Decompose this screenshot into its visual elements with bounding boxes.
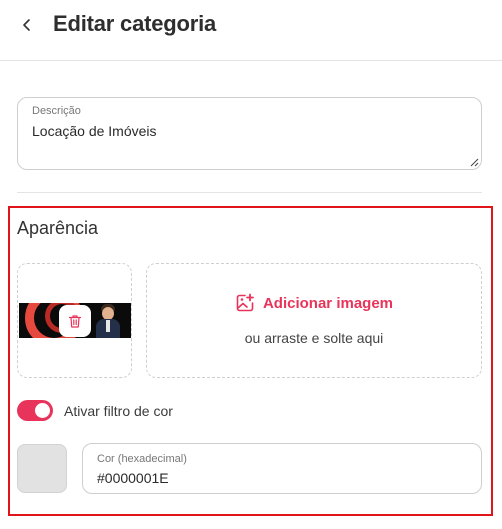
description-value[interactable]: Locação de Imóveis (32, 123, 157, 139)
toggle-knob (35, 403, 50, 418)
hex-color-value[interactable]: #0000001E (97, 470, 169, 486)
resize-grip-icon[interactable] (470, 158, 479, 167)
add-image-button[interactable]: Adicionar imagem (147, 293, 481, 313)
section-divider (17, 192, 482, 193)
description-label: Descrição (32, 105, 81, 117)
page-title: Editar categoria (53, 11, 217, 36)
drop-hint: ou arraste e solte aqui (244, 330, 384, 346)
chevron-left-icon (23, 19, 30, 31)
color-filter-label: Ativar filtro de cor (64, 403, 173, 419)
hex-color-label: Cor (hexadecimal) (97, 453, 187, 465)
image-plus-icon (236, 293, 254, 312)
appearance-title: Aparência (17, 218, 99, 238)
description-field[interactable]: Descrição Locação de Imóveis (17, 97, 482, 170)
back-button[interactable] (14, 12, 40, 38)
color-swatch[interactable] (17, 444, 67, 493)
color-filter-toggle[interactable] (17, 400, 53, 421)
uploaded-image-slot (17, 263, 132, 378)
delete-image-button[interactable] (59, 305, 91, 337)
hex-color-field[interactable]: Cor (hexadecimal) #0000001E (82, 443, 482, 494)
page-header: Editar categoria (0, 0, 502, 61)
trash-icon (68, 314, 82, 328)
image-drop-zone[interactable]: Adicionar imagem ou arraste e solte aqui (146, 263, 482, 378)
add-image-label: Adicionar imagem (262, 294, 394, 312)
